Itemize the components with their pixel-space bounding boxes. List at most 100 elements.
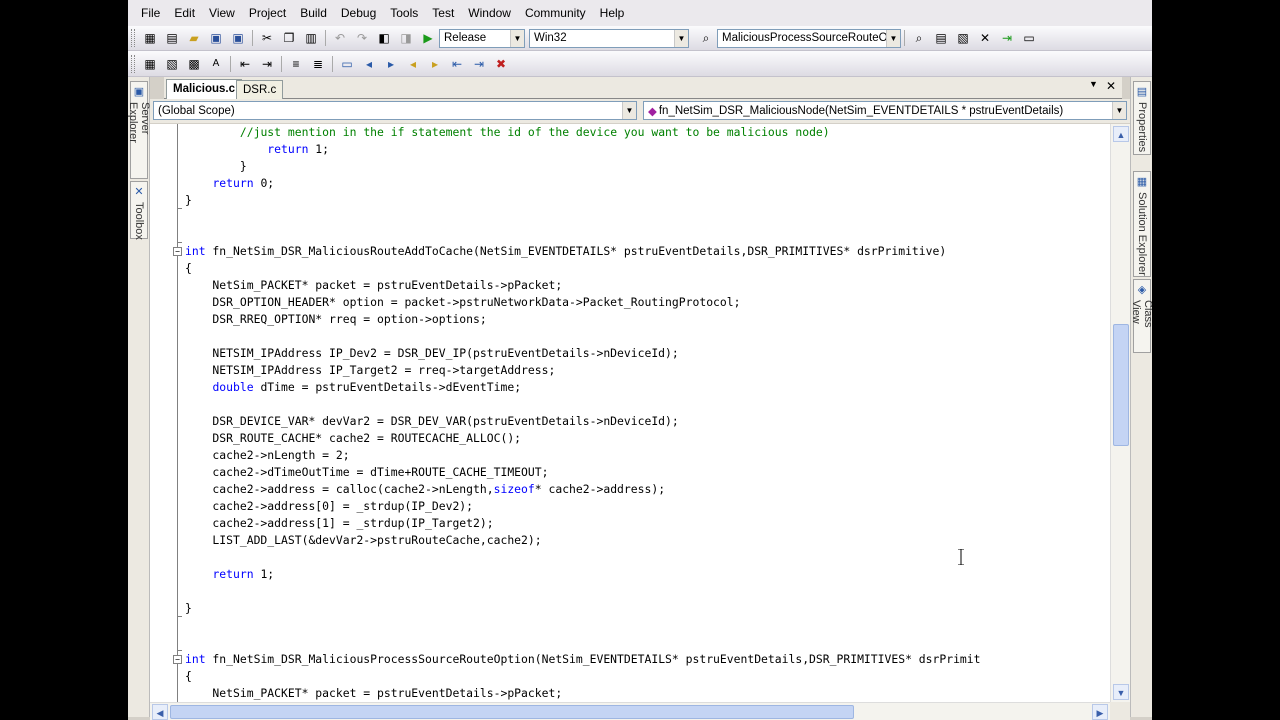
open-file-icon[interactable]: ▰ — [183, 28, 205, 48]
comment-lines-icon[interactable]: ≡ — [285, 54, 307, 74]
save-all-icon[interactable]: ▣ — [227, 28, 249, 48]
standard-toolbar: ▦ ▤ ▰ ▣ ▣ ✂ ❐ ▥ ↶ ↷ ◧ ◨ ▶ Release ▼ Win3… — [128, 26, 1152, 51]
menu-project[interactable]: Project — [242, 0, 293, 26]
class-view-tab[interactable]: ◈ Class View — [1130, 279, 1152, 353]
properties-label: Properties — [1136, 102, 1148, 153]
function-icon: ◆ — [648, 105, 657, 118]
menu-file[interactable]: File — [134, 0, 167, 26]
code-editor[interactable]: //just mention in the if statement the i… — [150, 124, 1110, 702]
tab-dsr-c[interactable]: DSR.c — [236, 80, 284, 99]
chevron-down-icon[interactable]: ▼ — [886, 29, 900, 47]
parameter-info-icon[interactable]: ▧ — [161, 54, 183, 74]
uncomment-lines-icon[interactable]: ≣ — [307, 54, 329, 74]
add-item-icon[interactable]: ▤ — [161, 28, 183, 48]
code-line: //just mention in the if statement the i… — [239, 125, 830, 139]
toolbar-separator — [904, 30, 905, 46]
active-files-dropdown-icon[interactable]: ▼ — [1089, 79, 1098, 93]
code-line: int fn_NetSim_DSR_MaliciousRouteAddToCac… — [185, 244, 947, 258]
horizontal-scroll-thumb[interactable] — [170, 705, 854, 719]
clear-bookmarks-icon[interactable]: ✖ — [490, 54, 512, 74]
menu-tools[interactable]: Tools — [383, 0, 425, 26]
solution-platform-select[interactable]: Win32 ▼ — [529, 28, 689, 48]
paste-icon[interactable]: ▥ — [300, 28, 322, 48]
new-project-icon[interactable]: ▦ — [139, 28, 161, 48]
code-line: DSR_DEVICE_VAR* devVar2 = DSR_DEV_VAR(ps… — [185, 414, 679, 428]
toolbar-grip[interactable] — [131, 29, 135, 47]
scroll-right-icon[interactable]: ▶ — [1092, 704, 1108, 720]
server-explorer-icon: ▣ — [133, 86, 145, 98]
collapse-region-icon[interactable]: − — [173, 247, 182, 256]
decrease-indent-icon[interactable]: ⇤ — [234, 54, 256, 74]
chevron-down-icon[interactable]: ▼ — [674, 29, 688, 47]
start-page-icon[interactable]: ⇥ — [996, 28, 1018, 48]
collapse-region-icon[interactable]: − — [173, 655, 182, 664]
menu-edit[interactable]: Edit — [167, 0, 202, 26]
find-icon[interactable]: ⌕ — [908, 28, 930, 48]
vertical-scroll-thumb[interactable] — [1113, 324, 1129, 446]
save-icon[interactable]: ▣ — [205, 28, 227, 48]
object-members-icon[interactable]: ▦ — [139, 54, 161, 74]
next-bookmark-icon[interactable]: ▸ — [380, 54, 402, 74]
menu-build[interactable]: Build — [293, 0, 334, 26]
toolbar-separator — [332, 55, 333, 72]
scope-select[interactable]: (Global Scope) ▼ — [153, 101, 637, 120]
menu-window[interactable]: Window — [461, 0, 518, 26]
toolbar-grip[interactable] — [131, 54, 135, 73]
previous-bookmark-document-icon[interactable]: ⇤ — [446, 54, 468, 74]
cut-icon[interactable]: ✂ — [256, 28, 278, 48]
find-combo[interactable]: MaliciousProcessSourceRouteOptic ▼ — [717, 28, 901, 48]
configuration-value: Release — [444, 32, 487, 44]
scroll-up-icon[interactable]: ▲ — [1113, 126, 1129, 142]
solution-configuration-select[interactable]: Release ▼ — [439, 28, 525, 48]
next-bookmark-document-icon[interactable]: ⇥ — [468, 54, 490, 74]
scroll-left-icon[interactable]: ◀ — [152, 704, 168, 720]
code-line: cache2->address = calloc(cache2->nLength… — [185, 482, 666, 496]
toggle-bookmark-icon[interactable]: ▭ — [336, 54, 358, 74]
properties-tab[interactable]: ▤ Properties — [1133, 81, 1151, 155]
redo-icon[interactable]: ↷ — [351, 28, 373, 48]
close-icon[interactable]: ✕ — [1106, 79, 1116, 93]
chevron-down-icon[interactable]: ▼ — [622, 102, 636, 119]
toolbox-tab[interactable]: ✕ Toolbox — [130, 181, 148, 240]
code-line: } — [185, 159, 247, 173]
increase-indent-icon[interactable]: ⇥ — [256, 54, 278, 74]
class-view-label: Class View — [1130, 300, 1152, 328]
solution-explorer-label: Solution Explorer — [1136, 192, 1148, 276]
code-line: cache2->dTimeOutTime = dTime+ROUTE_CACHE… — [185, 465, 549, 479]
find-in-files-icon[interactable]: ⌕ — [695, 28, 717, 48]
chevron-down-icon[interactable]: ▼ — [510, 29, 524, 47]
member-select[interactable]: ◆ fn_NetSim_DSR_MaliciousNode(NetSim_EVE… — [643, 101, 1127, 120]
menu-debug[interactable]: Debug — [334, 0, 383, 26]
quick-info-icon[interactable]: ▩ — [183, 54, 205, 74]
command-window-icon[interactable]: ▭ — [1018, 28, 1040, 48]
menu-help[interactable]: Help — [593, 0, 632, 26]
previous-bookmark-icon[interactable]: ◂ — [358, 54, 380, 74]
start-debugging-icon[interactable]: ▶ — [417, 28, 439, 48]
undo-icon[interactable]: ↶ — [329, 28, 351, 48]
next-bookmark-folder-icon[interactable]: ▸ — [424, 54, 446, 74]
menu-test[interactable]: Test — [425, 0, 461, 26]
region-end-marker — [177, 616, 182, 617]
properties-icon[interactable]: ▧ — [952, 28, 974, 48]
chevron-down-icon[interactable]: ▼ — [1112, 102, 1126, 119]
toolbox-icon[interactable]: ✕ — [974, 28, 996, 48]
navigate-back-icon[interactable]: ◧ — [373, 28, 395, 48]
code-line: NetSim_PACKET* packet = pstruEventDetail… — [185, 686, 563, 700]
copy-icon[interactable]: ❐ — [278, 28, 300, 48]
navigate-forward-icon[interactable]: ◨ — [395, 28, 417, 48]
solution-explorer-icon[interactable]: ▤ — [930, 28, 952, 48]
menu-community[interactable]: Community — [518, 0, 593, 26]
platform-value: Win32 — [534, 32, 567, 44]
complete-word-icon[interactable]: A — [205, 54, 227, 74]
horizontal-scrollbar[interactable]: ◀ ▶ — [150, 702, 1110, 720]
menu-view[interactable]: View — [202, 0, 242, 26]
server-explorer-tab[interactable]: ▣ Server Explorer — [128, 81, 151, 179]
code-line: cache2->address[1] = _strdup(IP_Target2)… — [185, 516, 494, 530]
properties-icon: ▤ — [1136, 86, 1148, 98]
previous-bookmark-folder-icon[interactable]: ◂ — [402, 54, 424, 74]
scroll-down-icon[interactable]: ▼ — [1113, 684, 1129, 700]
vertical-scrollbar[interactable]: ▲ ▼ — [1110, 124, 1130, 702]
solution-explorer-tab[interactable]: ▦ Solution Explorer — [1133, 171, 1151, 277]
tab-malicious-c[interactable]: Malicious.c — [166, 79, 242, 100]
toolbox-label: Toolbox — [133, 202, 145, 240]
